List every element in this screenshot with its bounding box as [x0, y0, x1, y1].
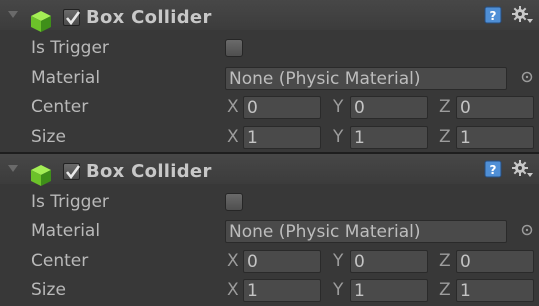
size-label: Size	[31, 127, 66, 147]
size-x-field[interactable]: 1	[243, 126, 321, 149]
size-y-value: 1	[354, 128, 365, 148]
material-object-field[interactable]: None (Physic Material)	[225, 67, 507, 90]
size-x-field[interactable]: 1	[243, 279, 321, 302]
center-z-field[interactable]: 0	[456, 96, 534, 119]
component-title: Box Collider	[86, 161, 212, 182]
is-trigger-row: Is Trigger	[0, 35, 539, 63]
material-object-field[interactable]: None (Physic Material)	[225, 220, 507, 243]
object-picker-icon[interactable]	[521, 71, 533, 83]
component-enabled-checkbox[interactable]	[63, 9, 81, 26]
svg-text:?: ?	[490, 163, 497, 177]
foldout-triangle-icon[interactable]	[8, 165, 18, 172]
center-y-field[interactable]: 0	[350, 250, 428, 273]
center-x-value: 0	[247, 252, 258, 272]
center-x-value: 0	[247, 98, 258, 118]
size-x-label[interactable]: X	[227, 280, 239, 300]
size-z-value: 1	[460, 281, 471, 301]
size-z-value: 1	[460, 128, 471, 148]
gear-icon[interactable]	[512, 159, 534, 179]
size-x-label[interactable]: X	[227, 127, 239, 147]
help-book-icon[interactable]: ?	[484, 160, 502, 178]
center-x-label[interactable]: X	[227, 97, 239, 117]
component-header[interactable]: Box Collider ?	[0, 0, 539, 32]
object-picker-icon[interactable]	[521, 224, 533, 236]
is-trigger-row: Is Trigger	[0, 189, 539, 217]
component-enabled-checkbox[interactable]	[63, 163, 81, 180]
component-title: Box Collider	[86, 7, 212, 28]
material-row: Material None (Physic Material)	[0, 65, 539, 93]
svg-text:?: ?	[490, 9, 497, 23]
center-label: Center	[31, 251, 89, 271]
center-y-field[interactable]: 0	[350, 96, 428, 119]
center-z-label[interactable]: Z	[439, 251, 451, 271]
material-row: Material None (Physic Material)	[0, 218, 539, 246]
size-x-value: 1	[247, 281, 258, 301]
help-book-icon[interactable]: ?	[484, 6, 502, 24]
checkmark-icon	[65, 11, 81, 26]
size-y-field[interactable]: 1	[350, 126, 428, 149]
center-y-value: 0	[354, 252, 365, 272]
size-y-value: 1	[354, 281, 365, 301]
center-x-field[interactable]: 0	[243, 250, 321, 273]
size-z-label[interactable]: Z	[439, 127, 451, 147]
size-y-label[interactable]: Y	[333, 280, 343, 300]
center-y-value: 0	[354, 98, 365, 118]
center-label: Center	[31, 97, 89, 117]
size-y-field[interactable]: 1	[350, 279, 428, 302]
size-z-field[interactable]: 1	[456, 126, 534, 149]
center-y-label[interactable]: Y	[333, 97, 343, 117]
checkmark-icon	[65, 165, 81, 180]
is-trigger-checkbox[interactable]	[225, 39, 243, 57]
size-z-field[interactable]: 1	[456, 279, 534, 302]
size-row: Size X 1 Y 1 Z 1	[0, 277, 539, 305]
center-z-field[interactable]: 0	[456, 250, 534, 273]
size-z-label[interactable]: Z	[439, 280, 451, 300]
is-trigger-label: Is Trigger	[31, 192, 109, 212]
gear-icon[interactable]	[512, 5, 534, 25]
material-label: Material	[31, 221, 101, 241]
center-z-label[interactable]: Z	[439, 97, 451, 117]
center-row: Center X 0 Y 0 Z 0	[0, 94, 539, 122]
box-collider-cube-icon	[31, 11, 51, 32]
center-row: Center X 0 Y 0 Z 0	[0, 248, 539, 276]
center-z-value: 0	[460, 252, 471, 272]
size-y-label[interactable]: Y	[333, 127, 343, 147]
component-header[interactable]: Box Collider ?	[0, 154, 539, 186]
size-label: Size	[31, 280, 66, 300]
material-value: None (Physic Material)	[229, 69, 421, 89]
is-trigger-checkbox[interactable]	[225, 193, 243, 211]
material-label: Material	[31, 68, 101, 88]
size-row: Size X 1 Y 1 Z 1	[0, 124, 539, 152]
size-x-value: 1	[247, 128, 258, 148]
center-x-field[interactable]: 0	[243, 96, 321, 119]
foldout-triangle-icon[interactable]	[8, 11, 18, 18]
is-trigger-label: Is Trigger	[31, 38, 109, 58]
material-value: None (Physic Material)	[229, 222, 421, 242]
center-z-value: 0	[460, 98, 471, 118]
center-y-label[interactable]: Y	[333, 251, 343, 271]
center-x-label[interactable]: X	[227, 251, 239, 271]
box-collider-cube-icon	[31, 165, 51, 186]
